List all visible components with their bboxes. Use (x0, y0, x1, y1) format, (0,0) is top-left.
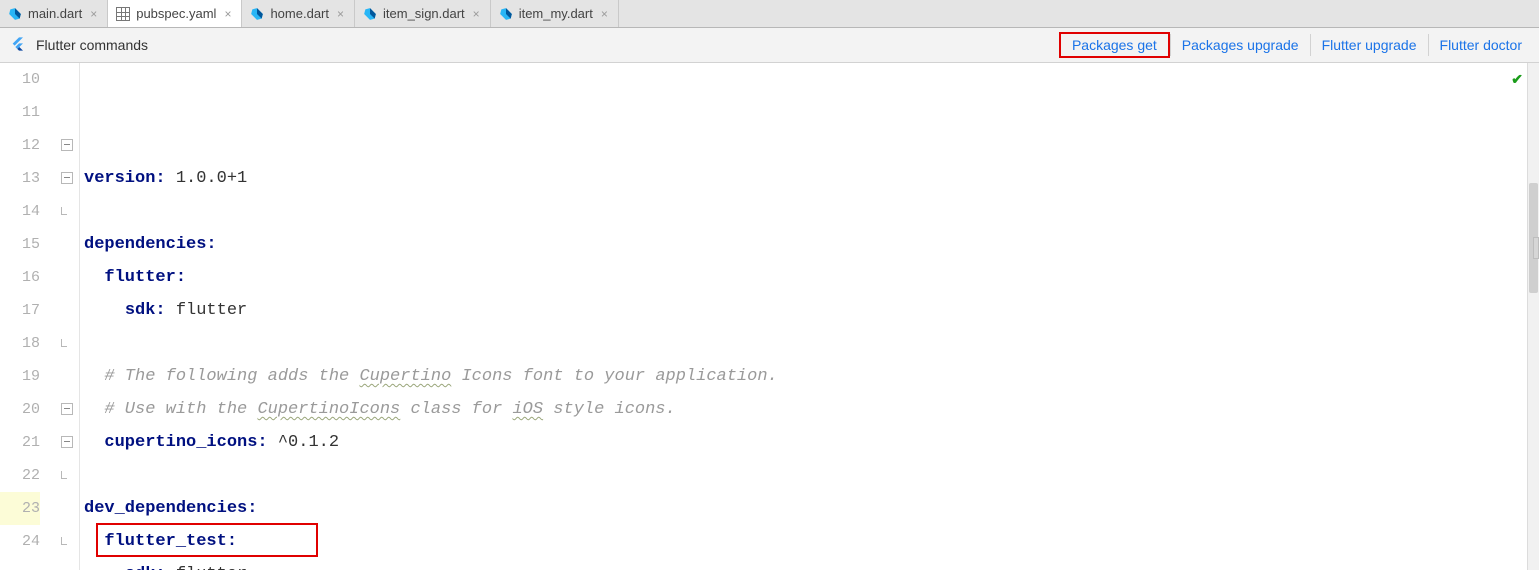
line-number: 22 (0, 459, 40, 492)
code-editor[interactable]: 101112131415161718192021222324 ✔ version… (0, 63, 1539, 570)
fold-end-icon (61, 207, 67, 215)
analysis-ok-icon: ✔ (1511, 65, 1523, 98)
packages-get-link[interactable]: Packages get (1061, 34, 1168, 56)
code-line[interactable] (84, 459, 1527, 492)
fold-toggle-icon[interactable] (61, 172, 73, 184)
fold-end-icon (61, 537, 67, 545)
yaml-file-icon (116, 7, 130, 21)
tab-label: main.dart (28, 6, 82, 21)
packages-upgrade-link[interactable]: Packages upgrade (1170, 34, 1310, 56)
line-number: 23 (0, 492, 40, 525)
dart-file-icon (250, 7, 264, 21)
tab-label: home.dart (270, 6, 329, 21)
code-line[interactable]: dependencies: (84, 228, 1527, 261)
line-number: 17 (0, 294, 40, 327)
code-line[interactable] (84, 195, 1527, 228)
line-number: 15 (0, 228, 40, 261)
line-number: 10 (0, 63, 40, 96)
flutter-upgrade-link[interactable]: Flutter upgrade (1310, 34, 1428, 56)
line-number-gutter: 101112131415161718192021222324 (0, 63, 58, 570)
packages-get-highlight: Packages get (1059, 32, 1170, 58)
code-line[interactable]: # The following adds the Cupertino Icons… (84, 360, 1527, 393)
editor-scrollbar[interactable] (1527, 63, 1539, 570)
fold-toggle-icon[interactable] (61, 139, 73, 151)
line-number: 24 (0, 525, 40, 558)
code-line[interactable] (84, 327, 1527, 360)
fold-toggle-icon[interactable] (61, 403, 73, 415)
code-line[interactable]: dev_dependencies: (84, 492, 1527, 525)
close-icon[interactable]: × (601, 7, 608, 21)
line-number: 19 (0, 360, 40, 393)
line-number: 18 (0, 327, 40, 360)
line-number: 13 (0, 162, 40, 195)
tab-main-dart[interactable]: main.dart × (0, 0, 108, 27)
code-line[interactable]: sdk: flutter (84, 294, 1527, 327)
code-line[interactable]: flutter: (84, 261, 1527, 294)
line-number: 21 (0, 426, 40, 459)
gutter-drag-handle[interactable] (1533, 237, 1539, 259)
flutter-doctor-link[interactable]: Flutter doctor (1428, 34, 1533, 56)
tab-pubspec-yaml[interactable]: pubspec.yaml × (108, 0, 242, 27)
flutter-commands-bar: Flutter commands Packages get Packages u… (0, 28, 1539, 63)
tab-home-dart[interactable]: home.dart × (242, 0, 355, 27)
line-number: 11 (0, 96, 40, 129)
code-line[interactable]: flutter_test: (84, 525, 1527, 558)
line-number: 16 (0, 261, 40, 294)
tab-bar-empty (619, 0, 1539, 27)
fold-gutter[interactable] (58, 63, 80, 570)
flutter-commands-links: Packages get Packages upgrade Flutter up… (1059, 28, 1533, 62)
dart-file-icon (499, 7, 513, 21)
flutter-commands-title: Flutter commands (36, 37, 148, 53)
code-line[interactable]: cupertino_icons: ^0.1.2 (84, 426, 1527, 459)
tab-label: item_sign.dart (383, 6, 465, 21)
code-line[interactable]: sdk: flutter (84, 558, 1527, 570)
code-line[interactable]: version: 1.0.0+1 (84, 162, 1527, 195)
code-line[interactable]: # Use with the CupertinoIcons class for … (84, 393, 1527, 426)
close-icon[interactable]: × (473, 7, 480, 21)
close-icon[interactable]: × (337, 7, 344, 21)
line-number: 14 (0, 195, 40, 228)
dart-file-icon (8, 7, 22, 21)
dart-file-icon (363, 7, 377, 21)
fold-end-icon (61, 471, 67, 479)
tab-item_sign-dart[interactable]: item_sign.dart × (355, 0, 491, 27)
line-number: 20 (0, 393, 40, 426)
fold-end-icon (61, 339, 67, 347)
close-icon[interactable]: × (224, 7, 231, 21)
flutter-logo-icon (10, 35, 26, 56)
tab-label: pubspec.yaml (136, 6, 216, 21)
tab-bar: main.dart×pubspec.yaml×home.dart×item_si… (0, 0, 1539, 28)
line-number: 12 (0, 129, 40, 162)
close-icon[interactable]: × (90, 7, 97, 21)
tab-label: item_my.dart (519, 6, 593, 21)
code-area[interactable]: ✔ version: 1.0.0+1 dependencies: flutter:… (80, 63, 1527, 570)
tab-item_my-dart[interactable]: item_my.dart × (491, 0, 619, 27)
fold-toggle-icon[interactable] (61, 436, 73, 448)
